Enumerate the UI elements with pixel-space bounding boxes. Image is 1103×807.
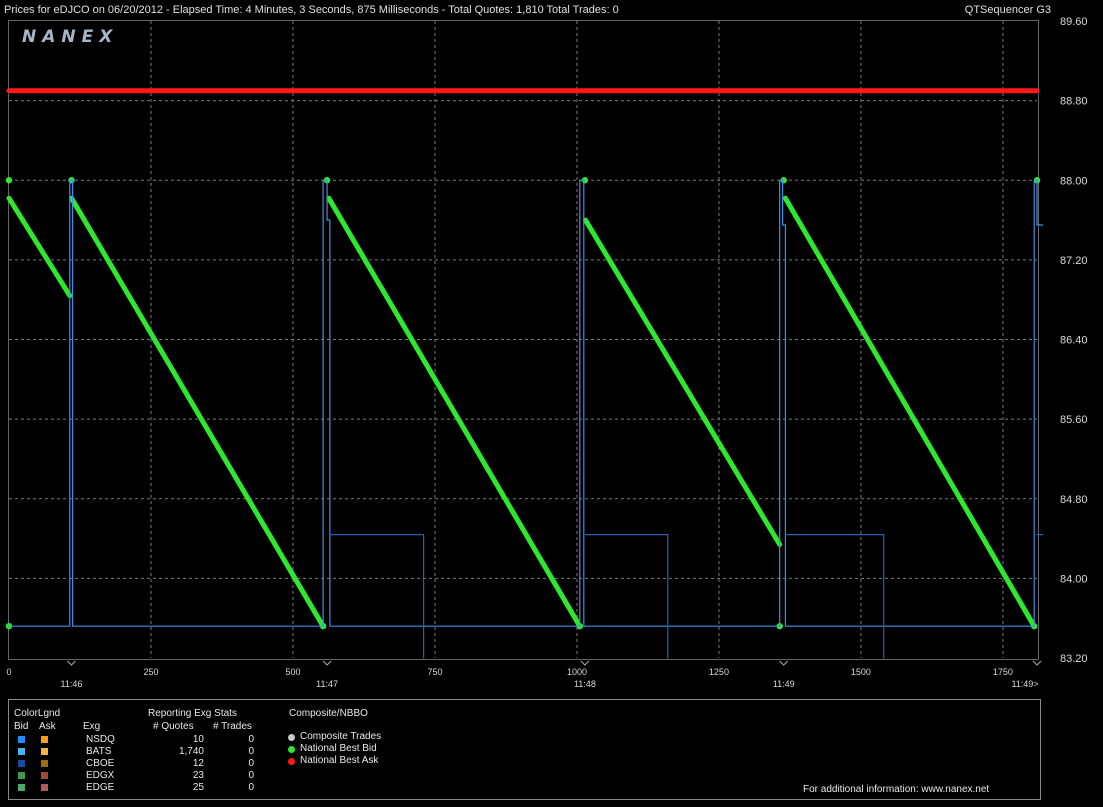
time-marker [580, 660, 590, 666]
time-marker [1032, 660, 1042, 666]
series-national-best-bid [326, 195, 583, 629]
exchange-name: EDGX [86, 770, 115, 781]
composite-title: Composite/NBBO [289, 708, 368, 719]
time-marker [67, 660, 76, 666]
nanex-logo: NANEX [22, 27, 118, 47]
exchange-name: BATS [86, 746, 112, 757]
x-tick-label: 0 [6, 667, 11, 677]
series-national-best-bid [6, 195, 73, 299]
x-tick-label: 1750 [993, 667, 1013, 677]
ask-swatch [41, 748, 48, 755]
composite-label: National Best Bid [300, 743, 377, 754]
bid-swatch [18, 760, 25, 767]
series-bats [8, 179, 1044, 627]
grid-lines [9, 21, 1037, 658]
y-tick-label: 84.00 [1060, 573, 1088, 585]
x-tick-label: 250 [143, 667, 158, 677]
bid-swatch [18, 736, 25, 743]
trade-count: 0 [248, 770, 254, 781]
y-tick-label: 88.00 [1060, 175, 1088, 187]
time-marker [322, 660, 332, 666]
ask-swatch [41, 772, 48, 779]
x-tick-label: 1500 [851, 667, 871, 677]
series-nsdq [784, 534, 885, 659]
price-chart: 89.60 88.80 88.00 87.20 86.40 85.60 84.80 84.00… [5, 16, 1088, 689]
trade-count: 0 [248, 758, 254, 769]
legend-panel: ColorLgnd Bid Ask Exg Reporting Exg Stat… [8, 699, 1041, 800]
series-national-best-bid [583, 217, 783, 547]
series-national-best-bid-marker [5, 177, 13, 184]
composite-dot [288, 746, 295, 753]
quote-count: 10 [192, 734, 204, 745]
y-tick-label: 89.60 [1060, 16, 1088, 28]
composite-dot [288, 758, 295, 765]
y-axis-ticks: 89.60 88.80 88.00 87.20 86.40 85.60 84.80 84.00… [1060, 16, 1088, 665]
x-tick-label: 1250 [709, 667, 729, 677]
series-national-best-bid [782, 195, 1037, 629]
x-tick-label: 750 [427, 667, 442, 677]
ask-swatch [41, 760, 48, 767]
time-label: 11:46 [61, 679, 83, 689]
quote-count: 1,740 [178, 746, 204, 757]
y-tick-label: 83.20 [1060, 653, 1088, 665]
composite-label: Composite Trades [300, 731, 382, 742]
series-layer [5, 88, 1044, 659]
x-tick-label: 1000 [567, 667, 587, 677]
stats-title: Reporting Exg Stats [148, 708, 237, 719]
y-tick-label: 87.20 [1060, 255, 1088, 267]
bid-swatch [18, 784, 25, 791]
ask-column-label: Ask [39, 721, 56, 732]
y-tick-label: 88.80 [1060, 96, 1088, 108]
time-marker [779, 660, 789, 666]
time-label: 11:48 [574, 679, 596, 689]
exchange-name: NSDQ [86, 734, 115, 745]
bid-swatch [18, 748, 25, 755]
trade-count: 0 [248, 746, 254, 757]
bid-column-label: Bid [14, 721, 29, 732]
time-label: 11:49> [1011, 679, 1038, 689]
composite-dot [288, 734, 295, 741]
series-national-best-bid [69, 195, 326, 629]
exchange-name: EDGE [86, 782, 115, 793]
time-label: 11:47 [316, 679, 338, 689]
series-nsdq [584, 534, 669, 659]
ask-swatch [41, 736, 48, 743]
exchange-name: CBOE [86, 758, 115, 769]
trades-column-label: # Trades [213, 721, 252, 732]
composite-label: National Best Ask [300, 755, 379, 766]
color-legend-title: ColorLgnd [14, 708, 61, 719]
trade-count: 0 [248, 734, 254, 745]
quotes-column-label: # Quotes [153, 721, 194, 732]
exchange-column-label: Exg [83, 721, 101, 732]
quote-count: 23 [192, 770, 204, 781]
y-tick-label: 84.80 [1060, 494, 1088, 506]
ask-swatch [41, 784, 48, 791]
x-axis-ticks: 0 250 500 750 1000 1250 1500 1750 11:46 11:47 11:4… [6, 660, 1042, 689]
y-tick-label: 86.40 [1060, 335, 1088, 347]
trade-count: 0 [248, 782, 254, 793]
quote-count: 12 [192, 758, 204, 769]
y-tick-label: 85.60 [1060, 414, 1088, 426]
quote-count: 25 [192, 782, 204, 793]
footer-info: For additional information: www.nanex.ne… [803, 784, 990, 795]
series-nsdq [329, 534, 425, 659]
bid-swatch [18, 772, 25, 779]
time-label: 11:49 [773, 679, 795, 689]
x-tick-label: 500 [285, 667, 300, 677]
